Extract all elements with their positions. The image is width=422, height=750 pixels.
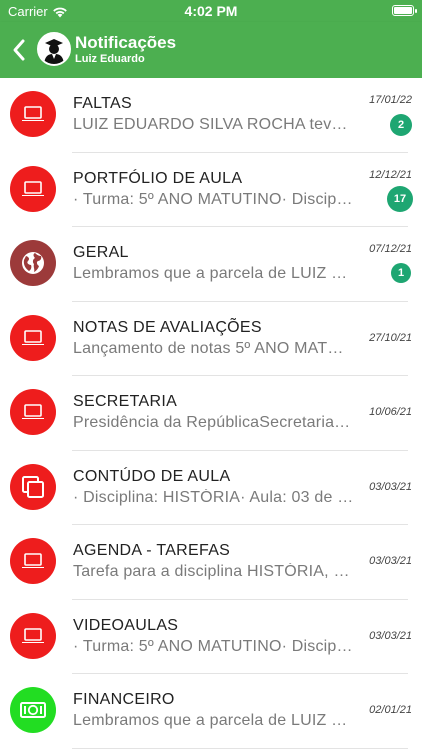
notification-preview: LUIZ EDUARDO SILVA ROCHA teve falta xyxy=(73,116,355,133)
notification-date: 12/12/21 xyxy=(369,168,412,181)
notification-preview: Lembramos que a parcela de LUIZ EDUARDO xyxy=(73,712,355,729)
notification-title: FALTAS xyxy=(73,95,133,112)
notification-date: 10/06/21 xyxy=(369,406,412,418)
notification-item-secretaria[interactable]: SECRETARIA Presidência da RepúblicaSecre… xyxy=(0,376,422,451)
notification-title: GERAL xyxy=(73,244,129,261)
page-title: Notificações xyxy=(75,33,177,52)
notification-title: VIDEOAULAS xyxy=(73,616,179,634)
notification-title: CONTÚDO DE AULA xyxy=(73,467,231,485)
notification-title: AGENDA - TAREFAS xyxy=(73,542,231,559)
notification-item-notas-de-avaliacoes[interactable]: NOTAS DE AVALIAÇÕES Lançamento de notas … xyxy=(0,302,422,376)
notification-item-faltas[interactable]: FALTAS LUIZ EDUARDO SILVA ROCHA teve fal… xyxy=(0,78,422,153)
notification-item-conteudo-de-aula[interactable]: CONTÚDO DE AULA · Disciplina: HISTÓRIA· … xyxy=(0,451,422,525)
notification-preview: Lembramos que a parcela de LUIZ EDUARDO xyxy=(73,265,355,282)
avatar[interactable] xyxy=(37,32,71,66)
divider xyxy=(72,747,408,749)
notification-preview: Presidência da RepúblicaSecretaria-Geral xyxy=(73,414,355,431)
notification-date: 02/01/21 xyxy=(369,704,412,716)
notification-preview: Tarefa para a disciplina HISTÓRIA, entre… xyxy=(73,563,355,580)
user-name: Luiz Eduardo xyxy=(75,53,145,65)
battery-icon xyxy=(392,5,417,16)
laptop-icon xyxy=(10,91,56,137)
notification-preview: · Disciplina: HISTÓRIA· Aula: 03 de març… xyxy=(73,488,355,506)
globe-icon xyxy=(10,240,56,286)
copy-icon xyxy=(10,463,56,510)
back-button[interactable] xyxy=(8,36,32,64)
notification-item-geral[interactable]: GERAL Lembramos que a parcela de LUIZ ED… xyxy=(0,227,422,302)
laptop-icon xyxy=(10,612,56,659)
notification-date: 17/01/22 xyxy=(369,94,412,106)
notification-preview: · Turma: 5º ANO MATUTINO· Disciplina xyxy=(73,637,355,655)
unread-count-badge: 2 xyxy=(390,114,412,136)
notification-date: 03/03/21 xyxy=(369,480,412,493)
notification-preview: Lançamento de notas 5º ANO MATUTINO xyxy=(73,339,355,357)
notification-title: SECRETARIA xyxy=(73,393,178,410)
notification-date: 07/12/21 xyxy=(369,243,412,255)
notification-title: PORTFÓLIO DE AULA xyxy=(73,169,243,187)
notification-date: 03/03/21 xyxy=(369,555,412,567)
app-bar: Notificações Luiz Eduardo xyxy=(0,22,422,78)
laptop-icon xyxy=(10,314,56,361)
notification-date: 27/10/21 xyxy=(369,331,412,344)
notification-list: FALTAS LUIZ EDUARDO SILVA ROCHA teve fal… xyxy=(0,78,422,750)
status-bar: Carrier 4:02 PM xyxy=(0,0,422,22)
notification-title: NOTAS DE AVALIAÇÕES xyxy=(73,318,262,336)
clock: 4:02 PM xyxy=(184,3,238,19)
notification-item-portfolio-de-aula[interactable]: PORTFÓLIO DE AULA · Turma: 5º ANO MATUTI… xyxy=(0,153,422,227)
laptop-icon xyxy=(10,538,56,584)
notification-item-videoaulas[interactable]: VIDEOAULAS · Turma: 5º ANO MATUTINO· Dis… xyxy=(0,600,422,674)
laptop-icon xyxy=(10,165,56,212)
unread-count-badge: 1 xyxy=(391,263,411,283)
laptop-icon xyxy=(10,389,56,435)
notification-item-agenda-tarefas[interactable]: AGENDA - TAREFAS Tarefa para a disciplin… xyxy=(0,525,422,600)
notification-preview: · Turma: 5º ANO MATUTINO· Disciplina xyxy=(73,190,355,208)
unread-count-badge: 17 xyxy=(387,185,413,212)
money-icon xyxy=(10,687,56,733)
chevron-left-icon xyxy=(13,39,25,61)
notification-title: FINANCEIRO xyxy=(73,691,175,708)
notification-date: 03/03/21 xyxy=(369,629,412,642)
notification-item-financeiro[interactable]: FINANCEIRO Lembramos que a parcela de LU… xyxy=(0,674,422,749)
student-avatar-icon xyxy=(39,34,69,64)
